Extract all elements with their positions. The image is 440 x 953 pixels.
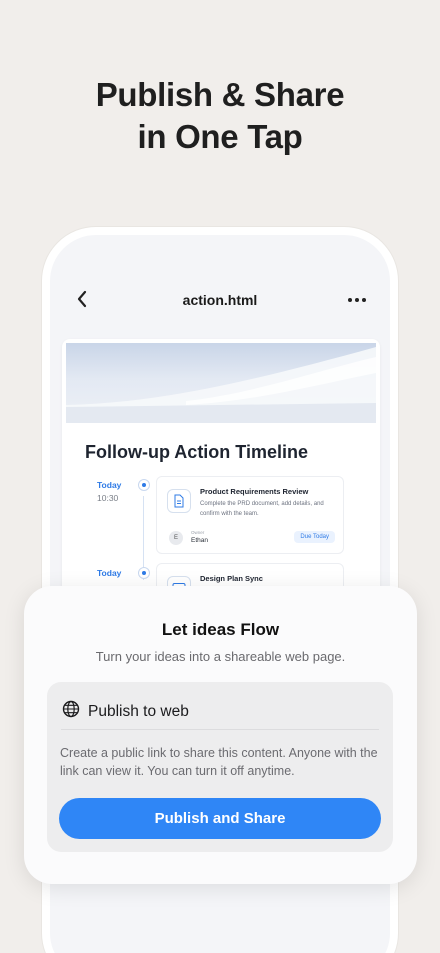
nav-bar: action.html xyxy=(50,285,390,317)
avatar: E xyxy=(169,531,183,545)
headline-line-1: Publish & Share xyxy=(95,76,345,113)
headline: Publish & Share in One Tap xyxy=(0,74,440,158)
document-icon xyxy=(167,489,191,513)
headline-line-2: in One Tap xyxy=(137,118,303,155)
document-title: Follow-up Action Timeline xyxy=(85,442,308,462)
owner-name: Ethan xyxy=(191,537,208,544)
timeline-dot xyxy=(138,479,150,491)
publish-option[interactable]: Publish to web xyxy=(62,700,189,723)
publish-sheet: Let ideas Flow Turn your ideas into a sh… xyxy=(24,586,417,884)
timeline-date: Today xyxy=(97,567,121,580)
timeline-dot xyxy=(138,567,150,579)
publish-description: Create a public link to share this conte… xyxy=(60,746,378,778)
more-horizontal-icon[interactable] xyxy=(348,298,366,302)
timeline-time: 10:30 xyxy=(97,493,119,503)
task-description: Complete the PRD document, add details, … xyxy=(200,501,324,517)
timeline-day: Today xyxy=(97,480,122,490)
task-card[interactable]: Product Requirements Review Complete the… xyxy=(156,476,344,554)
publish-and-share-button[interactable]: Publish and Share xyxy=(59,798,381,839)
sheet-subtitle: Turn your ideas into a shareable web pag… xyxy=(95,649,346,664)
sheet-title: Let ideas Flow xyxy=(161,620,280,639)
publish-panel: Publish to web Create a public link to s… xyxy=(47,682,393,852)
page-title: action.html xyxy=(182,292,258,308)
task-title: Product Requirements Review xyxy=(200,487,309,496)
task-title: Design Plan Sync xyxy=(200,574,263,583)
divider xyxy=(61,729,379,730)
timeline-date: Today 10:30 xyxy=(97,479,121,505)
hero-image xyxy=(66,343,376,423)
status-badge: Due Today xyxy=(294,531,335,543)
timeline-day: Today xyxy=(97,568,122,578)
globe-icon xyxy=(62,700,80,723)
publish-option-label: Publish to web xyxy=(88,702,189,720)
owner-label: Owner xyxy=(191,530,205,535)
